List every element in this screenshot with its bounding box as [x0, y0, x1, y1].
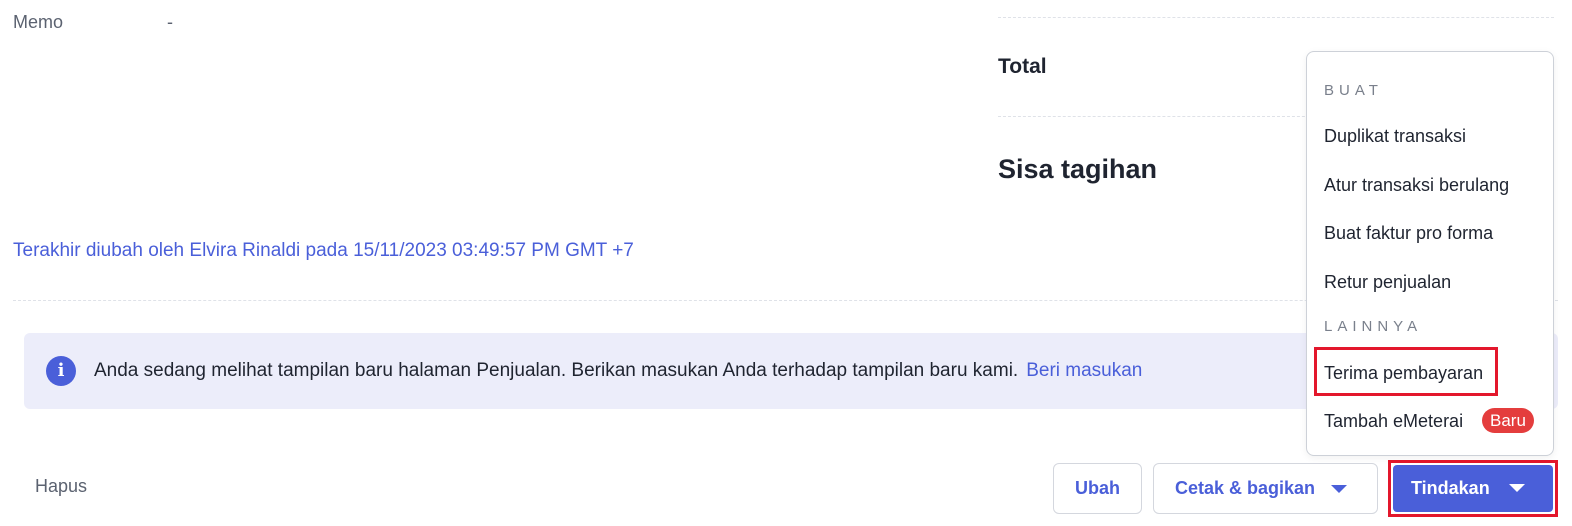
delete-button[interactable]: Hapus [35, 476, 87, 497]
print-share-button-label: Cetak & bagikan [1175, 478, 1316, 498]
info-banner-text: Anda sedang melihat tampilan baru halama… [94, 360, 1142, 382]
new-badge: Baru [1482, 408, 1534, 433]
menu-section-other: LAINNYA [1324, 318, 1423, 335]
print-share-button[interactable]: Cetak & bagikan [1153, 463, 1378, 514]
memo-value: - [167, 12, 173, 32]
menu-section-create: BUAT [1324, 82, 1383, 99]
menu-item-duplicate-transaction[interactable]: Duplikat transaksi [1324, 126, 1466, 147]
menu-item-add-emeterai[interactable]: Tambah eMeterai [1324, 411, 1463, 432]
total-label: Total [998, 55, 1047, 78]
actions-button[interactable]: Tindakan [1393, 465, 1553, 512]
actions-button-label: Tindakan [1411, 478, 1490, 498]
chevron-down-icon [1509, 484, 1525, 492]
menu-item-proforma-invoice[interactable]: Buat faktur pro forma [1324, 223, 1493, 244]
memo-label: Memo [13, 12, 64, 32]
feedback-link[interactable]: Beri masukan [1026, 360, 1142, 381]
menu-item-receive-payment[interactable]: Terima pembayaran [1324, 363, 1483, 384]
remaining-balance-label: Sisa tagihan [998, 154, 1158, 184]
info-banner-message: Anda sedang melihat tampilan baru halama… [94, 360, 1019, 381]
divider [998, 17, 1554, 18]
edit-button-label: Ubah [1075, 478, 1120, 498]
menu-item-sales-return[interactable]: Retur penjualan [1324, 272, 1451, 293]
edit-button[interactable]: Ubah [1053, 463, 1142, 514]
info-icon: i [46, 356, 76, 386]
chevron-down-icon [1331, 485, 1347, 493]
actions-dropdown-menu: BUAT Duplikat transaksi Atur transaksi b… [1306, 51, 1554, 456]
menu-item-recurring-transaction[interactable]: Atur transaksi berulang [1324, 175, 1509, 196]
last-modified-text: Terakhir diubah oleh Elvira Rinaldi pada… [13, 240, 634, 261]
